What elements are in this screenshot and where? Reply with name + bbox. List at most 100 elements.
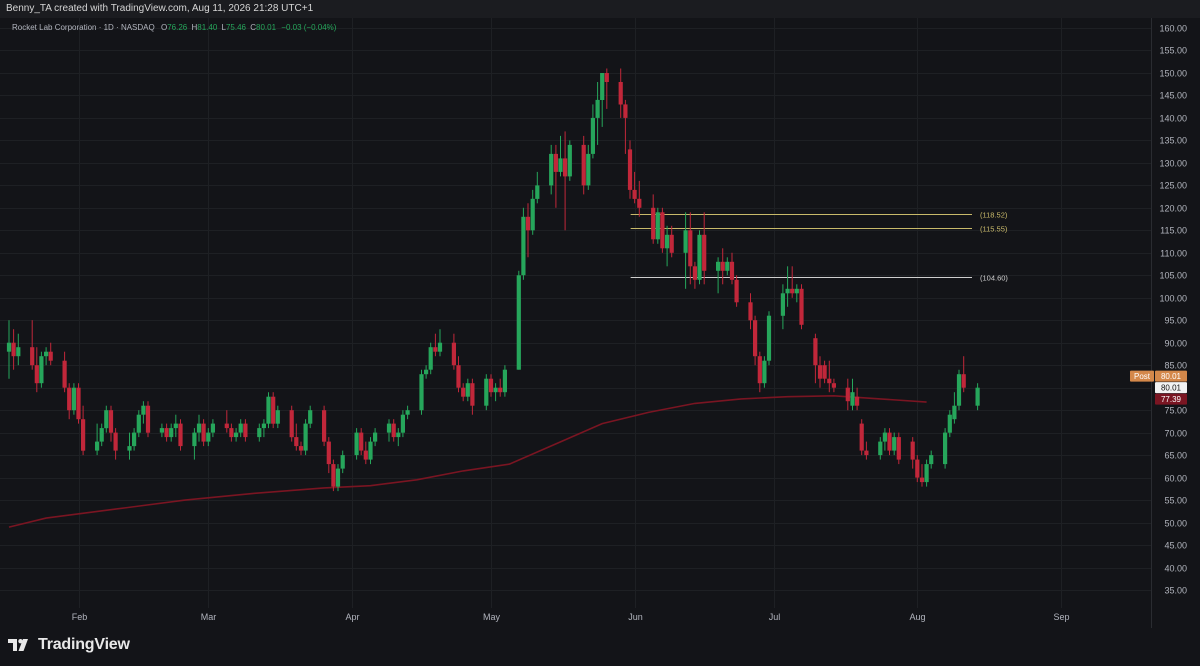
candle-body [794, 288, 799, 294]
candle[interactable] [956, 369, 962, 411]
candle-body [294, 437, 299, 447]
candle-body [298, 446, 304, 451]
candle-body [887, 432, 892, 451]
candle-body [734, 279, 739, 303]
candle[interactable] [71, 383, 76, 415]
footer-bar: TradingView [0, 628, 1200, 666]
candle[interactable] [762, 356, 767, 388]
candle-body [456, 365, 461, 388]
tradingview-logo[interactable]: TradingView [8, 636, 130, 654]
candle-body [627, 149, 633, 190]
candle-body [943, 432, 948, 465]
candle-body [419, 374, 424, 411]
candle-body [322, 410, 327, 442]
candle-body [581, 144, 586, 186]
candle[interactable] [271, 392, 276, 429]
candle-body [558, 158, 563, 172]
candle-body [586, 153, 591, 186]
candle-body [405, 410, 410, 415]
legend-high-value: 81.40 [197, 23, 218, 32]
last-price-text: 80.01 [1161, 384, 1182, 393]
credit-text: Benny_TA created with TradingView.com, A… [6, 3, 314, 14]
candle[interactable] [76, 383, 81, 424]
candle-body [780, 293, 785, 316]
candle[interactable] [419, 369, 424, 415]
candle[interactable] [484, 374, 489, 411]
price-tick-label: 55.00 [1164, 496, 1187, 506]
candle[interactable] [303, 419, 308, 456]
candle-body [104, 410, 109, 429]
candle[interactable] [516, 270, 521, 370]
candle[interactable] [697, 230, 702, 285]
candle[interactable] [39, 351, 44, 388]
candle[interactable] [766, 311, 772, 366]
candle-body [864, 450, 869, 456]
candle[interactable] [660, 207, 665, 253]
price-tick-label: 95.00 [1164, 316, 1187, 326]
candle-body [48, 351, 53, 361]
post-label-text: Post [1134, 372, 1151, 381]
candle-body [753, 320, 758, 357]
candle-body [567, 144, 572, 177]
candle-body [396, 432, 401, 438]
candle[interactable] [896, 432, 901, 465]
candle[interactable] [734, 275, 739, 307]
candle-body [308, 410, 313, 424]
candle[interactable] [502, 365, 507, 397]
candle[interactable] [567, 140, 572, 181]
candle-body [956, 374, 962, 406]
candle[interactable] [322, 405, 327, 447]
candle-body [229, 428, 234, 438]
candle-body [716, 261, 721, 271]
candle-body [595, 99, 600, 118]
candle-body [386, 423, 392, 433]
candle-body [623, 104, 628, 118]
candle[interactable] [331, 459, 336, 492]
price-chart[interactable]: (118.52) (115.55) (104.60) 35.00 40.00 45.00… [0, 18, 1200, 628]
candle-body [632, 189, 637, 199]
candle[interactable] [799, 284, 804, 330]
candle-body [81, 419, 86, 451]
candle-body [604, 73, 609, 82]
candle[interactable] [859, 419, 864, 456]
price-tick-label: 140.00 [1159, 114, 1187, 124]
candle-body [192, 432, 197, 447]
price-tick-label: 120.00 [1159, 204, 1187, 214]
candle[interactable] [289, 405, 294, 442]
candle-body [692, 266, 697, 280]
candle[interactable] [943, 428, 948, 469]
candle-body [196, 423, 202, 433]
candle-body [525, 216, 531, 231]
candle[interactable] [266, 392, 271, 429]
candle-body [766, 315, 772, 361]
candle-body [748, 302, 753, 321]
candle[interactable] [521, 207, 526, 280]
price-tick-label: 60.00 [1164, 474, 1187, 484]
candle[interactable] [178, 419, 183, 451]
price-tick-label: 65.00 [1164, 451, 1187, 461]
candle[interactable] [655, 207, 660, 244]
legend-open-value: 76.26 [167, 23, 188, 32]
candle[interactable] [428, 342, 433, 375]
candle-body [924, 464, 929, 483]
price-tick-label: 90.00 [1164, 339, 1187, 349]
legend-low-value: 75.46 [226, 23, 247, 32]
candle-body [428, 347, 433, 370]
candle-body [243, 423, 248, 438]
candle-body [368, 441, 373, 460]
candle-body [720, 261, 725, 271]
candle-body [173, 423, 178, 429]
candle[interactable] [145, 401, 151, 438]
candle-body [553, 153, 558, 172]
legend-symbol: Rocket Lab Corporation · 1D · NASDAQ [12, 23, 155, 32]
price-tick-label: 155.00 [1159, 46, 1187, 56]
candle-body [817, 365, 823, 379]
candle-body [702, 234, 707, 271]
candle-body [929, 455, 934, 465]
candle-body [16, 347, 21, 357]
time-tick-label: Jun [628, 612, 643, 622]
candle-body [257, 428, 262, 438]
candle-body [340, 455, 345, 469]
candle[interactable] [354, 428, 359, 460]
candle-body [549, 153, 554, 186]
